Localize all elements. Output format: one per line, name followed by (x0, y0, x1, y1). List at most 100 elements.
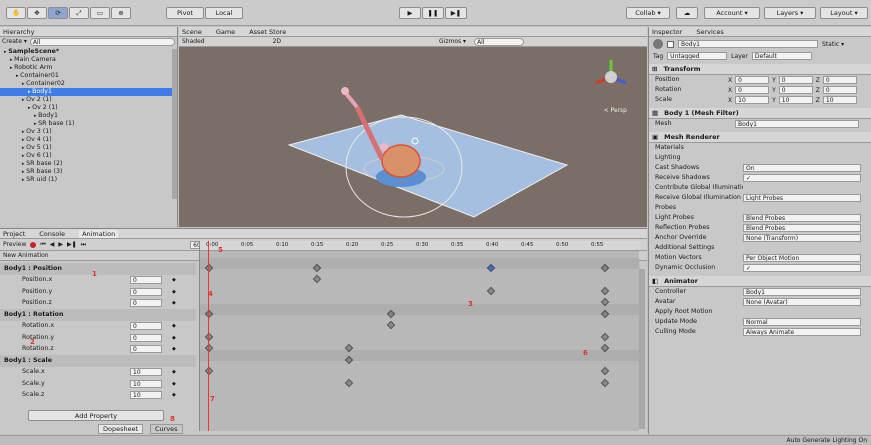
key-options-icon[interactable]: ◆ (172, 345, 176, 353)
keyframe[interactable] (600, 332, 610, 341)
hierarchy-item[interactable]: ▸ Container02 (0, 80, 177, 88)
renderer-row-value[interactable]: Per Object Motion (743, 254, 861, 262)
object-name-field[interactable]: Body1 (678, 40, 818, 48)
keyframe[interactable] (386, 320, 396, 330)
keyframe[interactable] (600, 378, 610, 387)
hierarchy-item[interactable]: ▸ SampleScene* (0, 48, 177, 56)
bottom-tab-0[interactable]: Project (3, 230, 25, 238)
keyframe[interactable] (204, 332, 214, 341)
first-key-button[interactable]: ⏮ (40, 241, 45, 249)
transform-z-field[interactable]: 0 (822, 76, 857, 84)
scene-tab-0[interactable]: Scene (182, 28, 202, 36)
play-anim-button[interactable]: ▶ (58, 241, 63, 248)
scene-viewport[interactable]: < Persp (179, 47, 647, 227)
inspector-tab-1[interactable]: Services (696, 28, 723, 36)
key-options-icon[interactable]: ◆ (172, 322, 176, 330)
property-value-field[interactable]: 0 (130, 276, 162, 285)
property-value-field[interactable]: 0 (130, 345, 162, 354)
property-value-field[interactable]: 0 (130, 333, 162, 342)
hierarchy-item[interactable]: ▸ Ov 2 (1) (0, 104, 177, 112)
clip-dropdown[interactable]: New Animation (3, 252, 123, 259)
hierarchy-item[interactable]: ▸ Robotic Arm (0, 64, 177, 72)
hierarchy-item[interactable]: ▸ SR base (3) (0, 168, 177, 176)
animator-header[interactable]: ◧ Animator (649, 276, 871, 287)
property-group[interactable]: Body1 : Scale (0, 355, 196, 367)
pivot-toggle[interactable]: Pivot (166, 7, 204, 19)
animator-row-value[interactable]: Body1 (743, 288, 861, 296)
local-toggle[interactable]: Local (205, 7, 243, 19)
property-value-field[interactable]: 10 (130, 391, 162, 400)
keyframe[interactable] (600, 366, 610, 376)
renderer-row-value[interactable]: On (743, 164, 861, 172)
key-options-icon[interactable]: ◆ (172, 288, 176, 296)
rect-tool-icon[interactable]: ▭ (90, 7, 110, 19)
animator-row-value[interactable]: Always Animate (743, 328, 861, 336)
prev-key-button[interactable]: ◀ (50, 241, 55, 248)
keyframe[interactable] (600, 286, 610, 295)
2d-toggle[interactable]: 2D (273, 38, 281, 45)
keyframe-area[interactable] (200, 258, 640, 431)
bottom-tab-1[interactable]: Console (39, 230, 65, 238)
property-group[interactable]: Body1 : Rotation (0, 309, 196, 321)
transform-y-field[interactable]: 0 (778, 86, 813, 94)
hierarchy-search-input[interactable]: All (29, 38, 175, 46)
keyframe[interactable] (486, 286, 496, 295)
step-button[interactable]: ▶❚ (445, 7, 467, 19)
transform-x-field[interactable]: 0 (735, 86, 770, 94)
hierarchy-item[interactable]: ▸ SR uid (1) (0, 176, 177, 184)
hand-tool-icon[interactable]: ✋ (6, 7, 26, 19)
cloud-icon[interactable]: ☁ (676, 7, 698, 19)
renderer-row-value[interactable]: ✓ (743, 264, 861, 272)
hierarchy-item[interactable]: ▸ Container01 (0, 72, 177, 80)
shading-dropdown[interactable]: Shaded (182, 38, 205, 45)
playhead[interactable] (208, 241, 209, 431)
key-options-icon[interactable]: ◆ (172, 391, 176, 399)
hierarchy-tab[interactable]: Hierarchy (3, 28, 34, 36)
property-value-field[interactable]: 10 (130, 368, 162, 377)
key-options-icon[interactable]: ◆ (172, 276, 176, 284)
collab-dropdown[interactable]: Collab ▾ (626, 7, 670, 19)
scene-tab-2[interactable]: Asset Store (249, 28, 286, 36)
mesh-field[interactable]: Body1 (735, 120, 859, 128)
layer-dropdown[interactable]: Default (751, 52, 812, 60)
keyframe[interactable] (204, 366, 214, 376)
property-row[interactable]: Scale.x 10 ◆ (0, 367, 196, 379)
property-row[interactable]: Position.y 0 ◆ (0, 286, 196, 298)
property-row[interactable]: Position.z 0 ◆ (0, 298, 196, 310)
curves-button[interactable]: Curves (150, 424, 183, 434)
static-toggle[interactable]: Static ▾ (822, 41, 844, 48)
tag-dropdown[interactable]: Untagged (667, 52, 728, 60)
create-dropdown[interactable]: Create ▾ (2, 38, 27, 46)
move-tool-icon[interactable]: ✥ (27, 7, 47, 19)
meshfilter-header[interactable]: ▦ Body 1 (Mesh Filter) (649, 108, 871, 119)
dopesheet-scrollbar[interactable] (639, 269, 645, 429)
renderer-row-value[interactable]: Light Probes (743, 194, 861, 202)
renderer-row-value[interactable]: ✓ (743, 174, 861, 182)
key-options-icon[interactable]: ◆ (172, 380, 176, 388)
property-value-field[interactable]: 0 (130, 299, 162, 308)
last-key-button[interactable]: ⏭ (81, 241, 86, 249)
property-row[interactable]: Position.x 0 ◆ (0, 275, 196, 287)
scene-tab-1[interactable]: Game (216, 28, 235, 36)
scale-tool-icon[interactable]: ⤢ (69, 7, 89, 19)
active-checkbox[interactable] (667, 40, 674, 48)
transform-y-field[interactable]: 10 (778, 96, 813, 104)
hierarchy-item[interactable]: ▸ SR base (1) (0, 120, 177, 128)
scene-gizmo[interactable] (591, 57, 631, 97)
hierarchy-scrollbar[interactable] (172, 49, 177, 199)
property-value-field[interactable]: 0 (130, 287, 162, 296)
hierarchy-item[interactable]: ▸ Body1 (0, 88, 177, 96)
hierarchy-item[interactable]: ▸ Ov 6 (1) (0, 152, 177, 160)
animator-row-value[interactable]: None (Avatar) (743, 298, 861, 306)
key-options-icon[interactable]: ◆ (172, 334, 176, 342)
timeline-ruler[interactable]: 0:00 0:05 0:10 0:15 0:20 0:25 0:30 0:35 0:40 0:45… (200, 241, 640, 251)
keyframe[interactable] (344, 378, 354, 387)
persp-label[interactable]: < Persp (604, 107, 627, 114)
transform-z-field[interactable]: 0 (822, 86, 857, 94)
hierarchy-item[interactable]: ▸ Ov 5 (1) (0, 144, 177, 152)
key-options-icon[interactable]: ◆ (172, 299, 176, 307)
hierarchy-item[interactable]: ▸ Ov 2 (1) (0, 96, 177, 104)
hierarchy-item[interactable]: ▸ Main Camera (0, 56, 177, 64)
transform-header[interactable]: ⊞ Transform (649, 64, 871, 75)
add-property-button[interactable]: Add Property (28, 410, 164, 421)
